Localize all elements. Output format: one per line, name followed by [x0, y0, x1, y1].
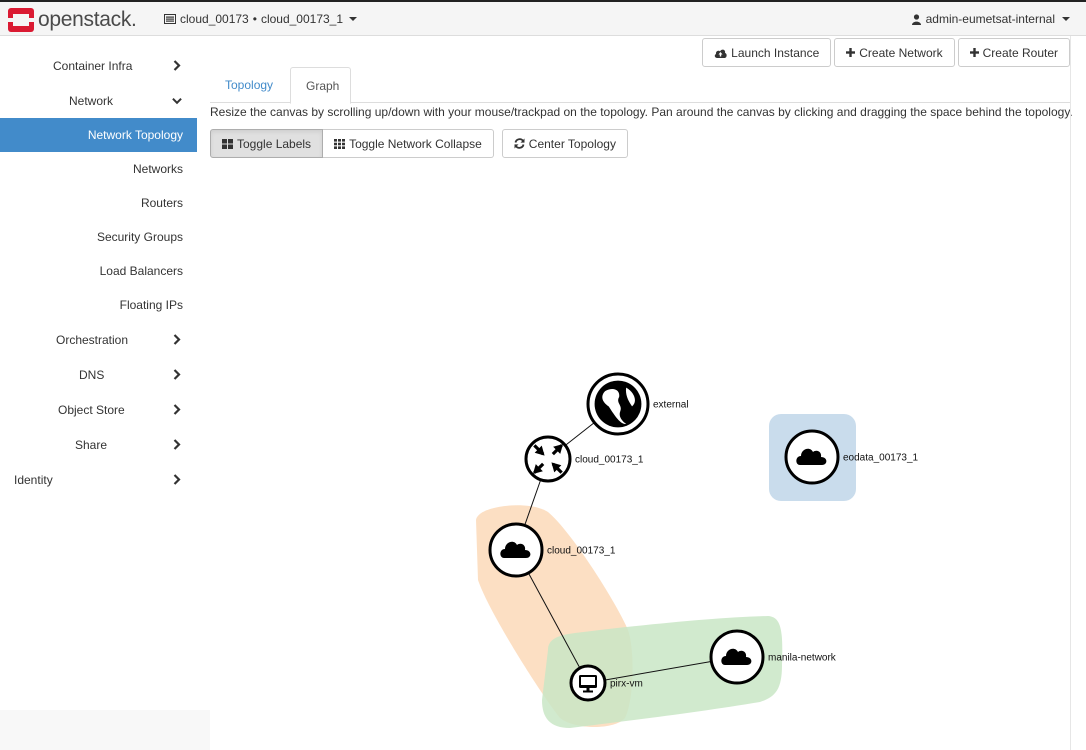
user-menu[interactable]: admin-eumetsat-internal [911, 12, 1070, 26]
chevron-right-icon [172, 333, 182, 347]
sidebar-footer [0, 710, 210, 750]
openstack-logo[interactable]: openstack. [8, 7, 137, 33]
sidebar-section-label: Container Infra [53, 58, 133, 73]
globe-icon [594, 380, 642, 428]
node-label: manila-network [768, 653, 837, 664]
sidebar-item-security-groups[interactable]: Security Groups [0, 220, 197, 254]
sidebar-item-label: Floating IPs [119, 298, 183, 312]
node-label: pirx-vm [610, 679, 643, 690]
chevron-right-icon [172, 59, 182, 73]
topology-node-external-network[interactable]: external [586, 372, 689, 436]
refresh-icon [514, 138, 525, 149]
region-name: cloud_00173_1 [260, 12, 344, 26]
sidebar-item-label: Networks [132, 162, 183, 176]
chevron-right-icon [172, 438, 182, 452]
node-circle[interactable] [524, 435, 572, 483]
sidebar-section-label: Identity [14, 472, 53, 487]
sidebar-section-share[interactable]: Share [0, 427, 197, 462]
topology-node-router[interactable]: cloud_00173_1 [524, 435, 644, 483]
toggle-labels-label: Toggle Labels [237, 136, 312, 151]
cloud-upload-icon [714, 49, 727, 58]
caret-down-icon [349, 17, 358, 21]
toggle-network-collapse-label: Toggle Network Collapse [349, 136, 482, 151]
view-tabs: Topology Graph [210, 67, 1070, 104]
create-router-button[interactable]: Create Router [957, 38, 1070, 67]
center-topology-button[interactable]: Center Topology [501, 129, 628, 158]
chevron-right-icon [172, 403, 182, 417]
sidebar-section-container-infra[interactable]: Container Infra [0, 48, 197, 83]
caret-down-icon [1062, 17, 1070, 21]
launch-instance-button[interactable]: Launch Instance [702, 38, 832, 67]
project-selector[interactable]: cloud_00173 • cloud_00173_1 [164, 12, 358, 26]
sidebar-item-load-balancers[interactable]: Load Balancers [0, 254, 197, 288]
content-edge [1070, 36, 1071, 750]
sidebar-item-label: Routers [140, 196, 183, 210]
project-list-icon [164, 14, 176, 24]
node-label: cloud_00173_1 [547, 546, 616, 557]
sidebar-section-network[interactable]: Network [0, 83, 197, 118]
chevron-down-icon [172, 94, 182, 108]
toggle-labels-button[interactable]: Toggle Labels [210, 129, 324, 158]
sidebar-section-label: Orchestration [56, 332, 129, 347]
top-navbar: openstack. cloud_00173 • cloud_00173_1 a… [0, 0, 1086, 36]
page-actions: Launch Instance Create Network Create Ro… [702, 38, 1070, 67]
th-grid-icon [334, 138, 346, 149]
sidebar-item-floating-ips[interactable]: Floating IPs [0, 288, 197, 322]
sidebar-section-dns[interactable]: DNS [0, 357, 197, 392]
sidebar-section-label: DNS [79, 367, 105, 382]
brand-name: openstack. [38, 8, 137, 31]
tab-topology[interactable]: Topology [210, 67, 288, 103]
launch-instance-label: Launch Instance [731, 45, 820, 60]
node-label: external [653, 400, 689, 411]
sidebar-item-label: Network Topology [87, 128, 183, 142]
sidebar-item-network-topology[interactable]: Network Topology [0, 118, 197, 152]
project-separator: • [252, 12, 257, 26]
sidebar-item-routers[interactable]: Routers [0, 186, 197, 220]
create-router-label: Create Router [982, 45, 1058, 60]
create-network-button[interactable]: Create Network [834, 38, 955, 67]
openstack-logo-icon [8, 8, 34, 32]
th-large-icon [222, 138, 233, 149]
chevron-right-icon [172, 368, 182, 382]
sidebar-section-orchestration[interactable]: Orchestration [0, 322, 197, 357]
plus-icon [969, 48, 979, 57]
sidebar-item-label: Security Groups [96, 230, 183, 244]
create-network-label: Create Network [859, 45, 943, 60]
sidebar: Container Infra Network Network Topology… [0, 36, 197, 497]
node-label: cloud_00173_1 [575, 455, 644, 466]
sidebar-section-object-store[interactable]: Object Store [0, 392, 197, 427]
sidebar-section-label: Network [69, 93, 114, 108]
sidebar-item-label: Load Balancers [99, 264, 183, 278]
node-label: eodata_00173_1 [843, 453, 919, 464]
sidebar-item-networks[interactable]: Networks [0, 152, 197, 186]
sidebar-section-identity[interactable]: Identity [0, 462, 197, 497]
toggle-network-collapse-button[interactable]: Toggle Network Collapse [323, 129, 494, 158]
plus-icon [846, 48, 856, 57]
topology-toolbar: Toggle Labels Toggle Network Collapse Ce… [210, 129, 628, 158]
sidebar-section-label: Share [75, 437, 108, 452]
help-text: Resize the canvas by scrolling up/down w… [210, 105, 1073, 119]
user-icon [911, 13, 921, 25]
tab-graph[interactable]: Graph [290, 67, 351, 104]
center-topology-label: Center Topology [528, 136, 616, 151]
user-name: admin-eumetsat-internal [925, 12, 1055, 26]
toggle-button-group: Toggle Labels Toggle Network Collapse [210, 129, 494, 158]
project-name: cloud_00173 [180, 12, 249, 26]
sidebar-section-label: Object Store [58, 402, 125, 417]
chevron-right-icon [172, 473, 182, 487]
